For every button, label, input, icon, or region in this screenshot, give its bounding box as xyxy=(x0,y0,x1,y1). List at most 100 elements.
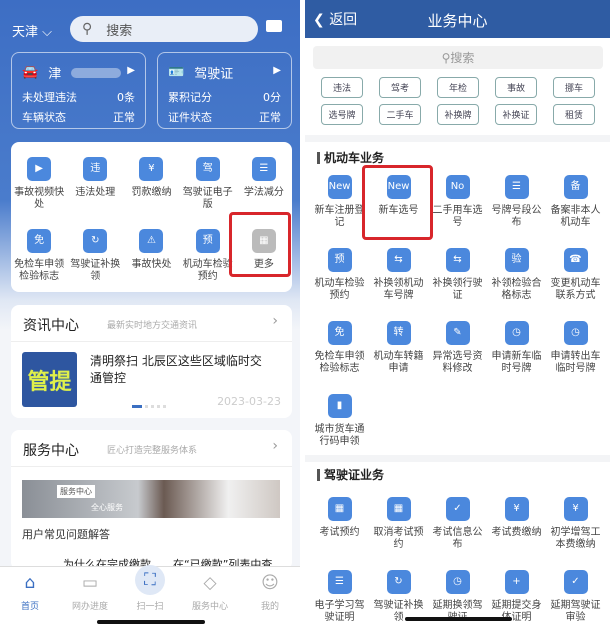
service-icon: New xyxy=(327,175,352,199)
home-icon: ⌂ xyxy=(24,573,36,593)
filter-chip[interactable]: 补换证 xyxy=(495,104,537,125)
service-label: 机动车转籍申请 xyxy=(373,351,424,374)
service-label: 补换领行驶证 xyxy=(432,278,483,301)
service-banner[interactable]: 服务中心 全心服务 xyxy=(22,480,280,518)
service-item[interactable]: ¥ 考试费缴纳 xyxy=(487,497,546,570)
filter-chip[interactable]: 年检 xyxy=(437,77,479,98)
service-label: 机动车检验预约 xyxy=(314,278,365,301)
service-item[interactable]: ⇆ 补换领机动车号牌 xyxy=(369,248,428,321)
service-label: 备案非本人机动车 xyxy=(550,205,601,228)
filter-chip[interactable]: 事故 xyxy=(495,77,537,98)
city-selector[interactable]: 天津 ⌵ xyxy=(12,21,52,40)
service-label: 驾驶证补换领 xyxy=(70,259,121,282)
license-section-title: 驾驶证业务 xyxy=(317,469,384,481)
service-item[interactable]: ◷ 申请转出车临时号牌 xyxy=(546,321,605,394)
e-license-icon: 驾 xyxy=(195,157,220,181)
service-item[interactable]: ¥ 罚款缴纳 xyxy=(123,147,179,219)
violation-icon: 违 xyxy=(83,157,108,181)
tab-user[interactable]: ☺ 我的 xyxy=(240,567,300,630)
service-center-subtitle: 匠心打造完整服务体系 xyxy=(107,446,198,456)
license-card[interactable]: 🪪 驾驶证 ▶ 累积记分 0分 证件状态 正常 xyxy=(157,52,292,129)
service-label: 考试信息公布 xyxy=(432,527,483,550)
license-services-grid: ▦ 考试预约 ▦ 取消考试预约 ✓ 考试信息公布 ¥ 考试费缴纳 ¥ 初学增驾工本费缴纳 ☰ 电子学习… xyxy=(310,497,605,630)
tab-label: 扫一扫 xyxy=(136,602,164,612)
filter-chip[interactable]: 二手车 xyxy=(379,104,421,125)
highlight-box xyxy=(229,212,291,277)
chevron-right-icon[interactable]: › xyxy=(272,313,278,329)
service-label: 补换领机动车号牌 xyxy=(373,278,424,301)
faq-title: 用户常见问题解答 xyxy=(22,528,110,541)
service-label: 申请转出车临时号牌 xyxy=(550,351,601,374)
service-item[interactable]: ◷ 申请新车临时号牌 xyxy=(487,321,546,394)
service-item[interactable]: ✓ 考试信息公布 xyxy=(428,497,487,570)
service-item[interactable]: 预机动车检验预约 xyxy=(180,219,236,291)
filter-chip[interactable]: 驾考 xyxy=(379,77,421,98)
service-item[interactable]: 免免检车申领检验标志 xyxy=(11,219,67,291)
vehicle-card[interactable]: 🚘 津 ▶ 未处理违法 0条 车辆状态 正常 xyxy=(11,52,146,129)
service-center-card: 服务中心 匠心打造完整服务体系 › 服务中心 全心服务 用户常见问题解答 为什么… xyxy=(11,430,292,571)
filter-chip[interactable]: 租赁 xyxy=(553,104,595,125)
id-card-icon: 🪪 xyxy=(168,65,185,80)
service-label: 事故视频快处 xyxy=(14,187,65,210)
service-item[interactable]: New 新车注册登记 xyxy=(310,175,369,248)
filter-chip[interactable]: 挪车 xyxy=(553,77,595,98)
service-label: 免检车申领检验标志 xyxy=(314,351,365,374)
car-icon: 🚘 xyxy=(22,65,39,80)
service-icon: ✓ xyxy=(445,497,470,521)
service-item[interactable]: 违违法处理 xyxy=(67,147,123,219)
news-headline[interactable]: 清明祭扫 北辰区这些区域临时交通管控 xyxy=(90,353,270,387)
service-label: 号牌号段公布 xyxy=(491,205,542,228)
service-item[interactable]: ☰ 电子学习驾驶证明 xyxy=(310,570,369,630)
chevron-right-icon[interactable]: › xyxy=(272,438,278,454)
carousel-dots xyxy=(132,405,166,408)
service-item[interactable]: 备备案非本人机动车 xyxy=(546,175,605,248)
service-item[interactable]: ☰ 号牌号段公布 xyxy=(487,175,546,248)
service-label: 考试预约 xyxy=(319,527,360,538)
filter-chip[interactable]: 违法 xyxy=(321,77,363,98)
filter-chip[interactable]: 补换牌 xyxy=(437,104,479,125)
service-item[interactable]: 驾驾驶证电子版 xyxy=(180,147,236,219)
service-item[interactable]: 免免检车申领检验标志 xyxy=(310,321,369,394)
arrow-right-icon: ▶ xyxy=(127,65,135,76)
service-item[interactable]: ¥ 初学增驾工本费缴纳 xyxy=(546,497,605,570)
service-item[interactable]: ◷延期换领驾驶证 xyxy=(428,570,487,630)
service-icon: ◷ xyxy=(504,321,529,345)
service-icon: ◇ xyxy=(203,573,217,593)
news-thumbnail[interactable]: 管提 xyxy=(22,352,77,407)
service-item[interactable]: ✓ 延期驾驶证审验 xyxy=(546,570,605,630)
service-item[interactable]: ☰ 学法减分 xyxy=(236,147,292,219)
service-item[interactable]: ▶ 事故视频快处 xyxy=(11,147,67,219)
header: ❮ 返回 业务中心 xyxy=(305,0,610,38)
search-input[interactable]: ⚲ 搜索 xyxy=(70,16,258,42)
service-item[interactable]: ▦ 考试预约 xyxy=(310,497,369,570)
service-label: 二手用车选号 xyxy=(432,205,483,228)
service-item[interactable]: + 延期提交身体证明 xyxy=(487,570,546,630)
service-label: 驾驶证电子版 xyxy=(182,187,233,210)
service-item[interactable]: ↻ 驾驶证补换领 xyxy=(67,219,123,291)
home-indicator xyxy=(405,617,512,621)
tab-home[interactable]: ⌂ 首页 xyxy=(0,567,60,630)
service-item[interactable]: ☎ 变更机动车联系方式 xyxy=(546,248,605,321)
tab-label: 首页 xyxy=(20,602,39,612)
alarm-video-icon: ▶ xyxy=(27,157,52,181)
service-item[interactable]: No 二手用车选号 xyxy=(428,175,487,248)
service-label: 罚款缴纳 xyxy=(131,187,172,198)
service-item[interactable]: ↻ 驾驶证补换领 xyxy=(369,570,428,630)
service-label: 新车注册登记 xyxy=(314,205,365,228)
filter-chip[interactable]: 选号牌 xyxy=(321,104,363,125)
service-item[interactable]: ⇆ 补换领行驶证 xyxy=(428,248,487,321)
search-icon: ⚲ xyxy=(441,50,451,65)
mail-icon[interactable] xyxy=(266,20,282,32)
service-item[interactable]: ✎ 异常选号资料修改 xyxy=(428,321,487,394)
highlight-box xyxy=(362,165,433,240)
service-label: 补领检验合格标志 xyxy=(491,278,542,301)
service-label: 异常选号资料修改 xyxy=(432,351,483,374)
service-item[interactable]: 预机动车检验预约 xyxy=(310,248,369,321)
service-item[interactable]: ▦ 取消考试预约 xyxy=(369,497,428,570)
service-item[interactable]: 转机动车转籍申请 xyxy=(369,321,428,394)
search-input[interactable]: ⚲ 搜索 xyxy=(313,46,603,69)
service-item[interactable]: 验补领检验合格标志 xyxy=(487,248,546,321)
service-label: 申请新车临时号牌 xyxy=(491,351,542,374)
service-item[interactable]: ⚠ 事故快处 xyxy=(123,219,179,291)
service-label: 取消考试预约 xyxy=(373,527,424,550)
